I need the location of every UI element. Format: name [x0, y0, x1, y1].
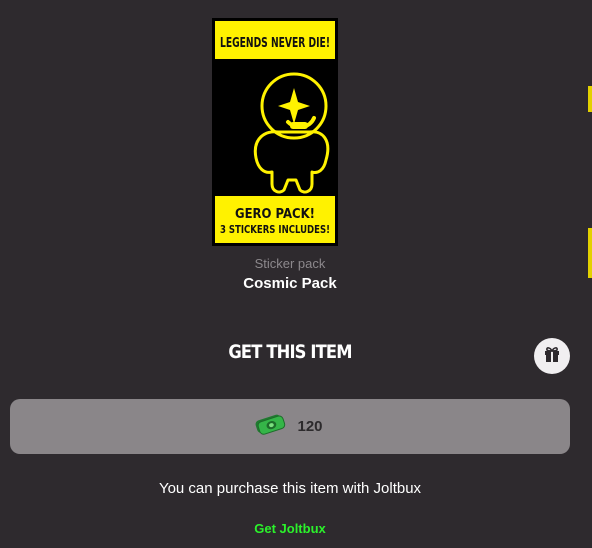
- pack-character-illustration: [253, 72, 330, 194]
- item-type-label: Sticker pack: [254, 256, 326, 271]
- item-name: Cosmic Pack: [243, 275, 337, 292]
- get-this-item-heading: GET THIS ITEM: [228, 341, 352, 363]
- pack-bottom-line2-text: 3 STICKERS INCLUDES!: [220, 223, 330, 236]
- gift-icon: [543, 345, 561, 368]
- sticker-pack-image: LEGENDS NEVER DIE! GERO PACK! 3 STICKERS…: [212, 18, 338, 246]
- price-amount: 120: [297, 418, 323, 435]
- pack-bottom-line1-text: GERO PACK!: [235, 207, 315, 222]
- get-joltbux-link[interactable]: Get Joltbux: [0, 521, 580, 536]
- edge-decoration-top: [588, 86, 592, 112]
- purchase-price-button[interactable]: 120: [10, 399, 570, 454]
- joltbux-coin-icon: [253, 411, 287, 442]
- purchase-note: You can purchase this item with Joltbux: [158, 480, 422, 497]
- edge-decoration-bottom: [588, 228, 592, 278]
- pack-top-banner-text: LEGENDS NEVER DIE!: [220, 36, 330, 51]
- gift-button[interactable]: [534, 338, 570, 374]
